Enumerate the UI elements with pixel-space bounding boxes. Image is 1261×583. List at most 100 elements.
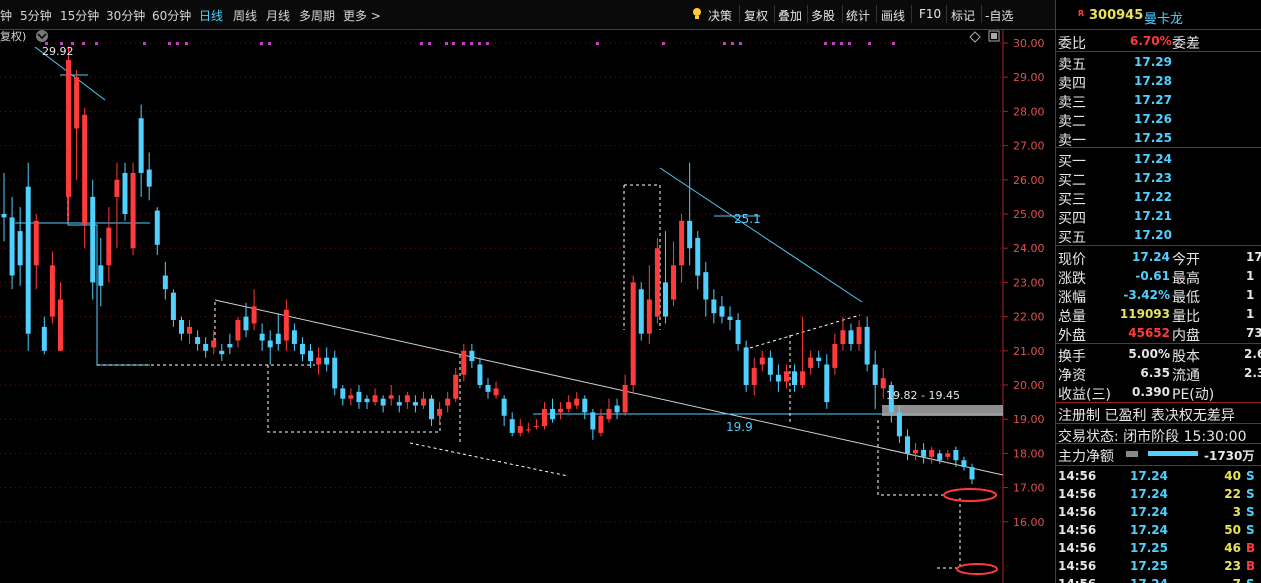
statistics-button[interactable]: 统计 xyxy=(846,7,870,24)
period-multi-tab[interactable]: 多周期 xyxy=(299,7,335,24)
period-weekly-tab[interactable]: 周线 xyxy=(233,7,257,24)
candle xyxy=(832,333,838,375)
ask-price: 17.26 xyxy=(1134,112,1172,126)
candle xyxy=(800,316,806,389)
tick-time: 14:56 xyxy=(1058,541,1097,555)
tick-price: 17.25 xyxy=(1130,559,1168,573)
diamond-icon xyxy=(969,31,981,43)
decision-button[interactable]: 决策 xyxy=(708,7,732,24)
candle-body xyxy=(792,371,798,385)
fundamental-label-2: PE(动) xyxy=(1172,387,1215,403)
candle xyxy=(259,323,265,351)
watchlist-button[interactable]: -自选 xyxy=(985,7,1013,24)
tick-side: S xyxy=(1246,523,1255,537)
registration-row: 注册制 已盈利 表决权无差异 xyxy=(1056,403,1261,424)
candle xyxy=(74,70,80,180)
candle-body xyxy=(251,306,257,324)
tick-row: 14:56 17.25 46 B xyxy=(1056,538,1261,557)
ask-row: 卖五 17.29 xyxy=(1056,52,1261,73)
candle xyxy=(429,395,435,427)
candle xyxy=(533,419,539,430)
candle-body xyxy=(235,320,241,341)
annotation-25-1: 25.1 xyxy=(734,212,761,226)
bid-row: 买三 17.22 xyxy=(1056,187,1261,208)
candle xyxy=(792,364,798,392)
candle xyxy=(558,402,564,420)
candle-body xyxy=(114,179,120,197)
candle-body xyxy=(122,172,128,214)
candle xyxy=(324,347,330,372)
event-dot xyxy=(176,42,179,45)
quote-stat-row: 涨幅 -3.42% 最低 1 xyxy=(1056,285,1261,306)
candle xyxy=(356,385,362,409)
period-1min-tab[interactable]: 钟 xyxy=(0,7,12,24)
period-15min-tab[interactable]: 15分钟 xyxy=(60,7,99,24)
period-30min-tab[interactable]: 30分钟 xyxy=(106,7,145,24)
candle xyxy=(364,395,370,409)
period-monthly-tab[interactable]: 月线 xyxy=(266,7,290,24)
mark-button[interactable]: 标记 xyxy=(951,7,975,24)
window-icon xyxy=(988,30,1000,42)
candle-body xyxy=(1,214,7,218)
candle xyxy=(170,289,176,327)
candlestick-chart[interactable]: 30.00 29.00 28.00 27.00 26.00 25.00 24.00 23.00… xyxy=(0,30,1055,583)
rights-dropdown-icon xyxy=(36,30,48,42)
draw-line-button[interactable]: 画线 xyxy=(881,7,905,24)
candle-body xyxy=(606,408,612,420)
candle xyxy=(622,374,628,416)
candle-body xyxy=(840,330,846,344)
candle-body xyxy=(348,395,354,399)
stat-value-2: 17 xyxy=(1246,250,1261,264)
candles xyxy=(1,46,975,485)
main-flow-icon xyxy=(1126,451,1138,457)
candle xyxy=(477,357,483,389)
candle-body xyxy=(57,299,63,351)
period-60min-tab[interactable]: 60分钟 xyxy=(152,7,191,24)
overlay-button[interactable]: 叠加 xyxy=(778,7,802,24)
candle-body xyxy=(687,220,693,249)
bid-price: 17.21 xyxy=(1134,209,1172,223)
candle xyxy=(114,162,120,249)
candle-body xyxy=(49,265,55,317)
candle-body xyxy=(41,326,47,351)
y-axis-label: 19.00 xyxy=(1013,413,1045,426)
candle-body xyxy=(372,395,378,403)
candle xyxy=(33,214,39,290)
kline-canvas[interactable]: 30.00 29.00 28.00 27.00 26.00 25.00 24.00 23.00… xyxy=(0,30,1055,583)
period-5min-tab[interactable]: 5分钟 xyxy=(20,7,52,24)
candle-body xyxy=(380,398,386,406)
event-dot xyxy=(832,42,835,45)
fundamental-row: 净资 6.35 流通 2.3 xyxy=(1056,363,1261,384)
candle-body xyxy=(735,320,741,344)
rights-button[interactable]: 复权 xyxy=(744,7,768,24)
candle xyxy=(501,395,507,427)
stat-value-2: 1 xyxy=(1246,307,1255,321)
main-flow-bar xyxy=(1148,451,1198,456)
tick-volume: 50 xyxy=(1224,523,1241,537)
event-dot xyxy=(478,42,481,45)
multi-stock-button[interactable]: 多股 xyxy=(811,7,835,24)
candle xyxy=(783,364,789,389)
candle-body xyxy=(227,343,233,348)
stat-value: 45652 xyxy=(1128,326,1170,340)
candle xyxy=(945,449,951,461)
candle-body xyxy=(880,378,886,389)
candle-body xyxy=(437,408,443,416)
rights-label: 复权) xyxy=(0,30,26,43)
candle-body xyxy=(485,385,491,392)
event-dot xyxy=(868,42,871,45)
candle-body xyxy=(695,237,701,276)
candle-body xyxy=(671,265,677,300)
period-more-button[interactable]: 更多 > xyxy=(343,7,381,24)
period-daily-tab[interactable]: 日线 xyxy=(199,7,223,24)
ask-row: 卖四 17.28 xyxy=(1056,71,1261,92)
candle-body xyxy=(541,408,547,427)
fundamental-value: 6.35 xyxy=(1140,366,1170,380)
y-axis-label: 28.00 xyxy=(1013,105,1045,118)
tick-side: S xyxy=(1246,469,1255,483)
r-badge: R xyxy=(1078,9,1085,18)
f10-button[interactable]: F10 xyxy=(919,7,941,21)
candle-body xyxy=(316,357,322,365)
candle-body xyxy=(582,398,588,413)
tick-price: 17.24 xyxy=(1130,577,1168,583)
